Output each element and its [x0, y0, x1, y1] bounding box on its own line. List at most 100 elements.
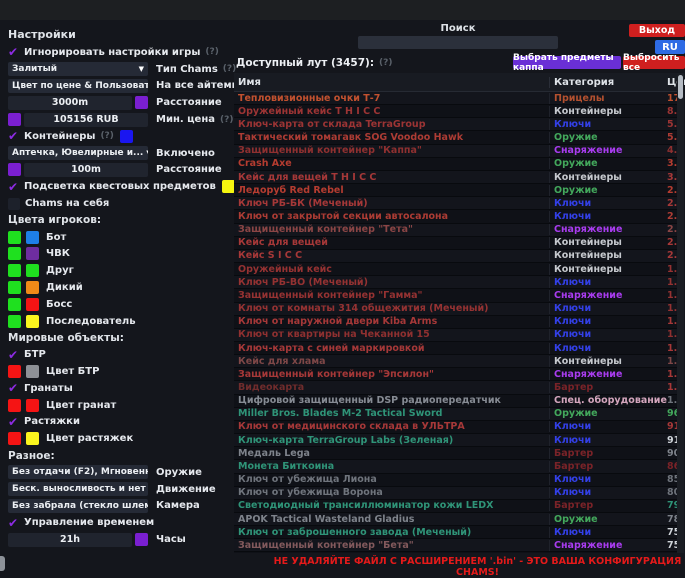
color-swatch-primary[interactable] — [8, 365, 21, 378]
table-row[interactable]: Ключ РБ-БК (Меченый)Ключи2.58kk — [234, 197, 677, 210]
table-row[interactable]: Защищенный контейнер "Бета"Снаряжение750… — [234, 539, 677, 552]
setting-label: Chams на себя — [25, 198, 109, 209]
table-row[interactable]: Оружейный кейсКонтейнеры1.95kk — [234, 263, 677, 276]
table-scrollbar[interactable] — [677, 73, 684, 553]
table-row[interactable]: Ключ-карта от склада TerraGroupКлючи5.63… — [234, 118, 677, 131]
table-row[interactable]: Защищенный контейнер "Каппа"Снаряжение4.… — [234, 145, 677, 158]
table-row[interactable]: Медаль LegaБартер900.0k — [234, 447, 677, 460]
color-swatch-primary[interactable] — [8, 231, 21, 244]
table-row[interactable]: Ключ от убежища ЛионаКлючи850.0k — [234, 474, 677, 487]
drop-all-button[interactable]: Выбросить все — [623, 56, 685, 69]
dropdown[interactable]: Залитый▼ — [8, 62, 148, 76]
item-name: Видеокарта — [234, 382, 549, 393]
table-row[interactable]: Монета БиткоинаБартер869.6k — [234, 460, 677, 473]
table-row[interactable]: Ключ от убежища ВоронаКлючи800.0k — [234, 487, 677, 500]
exit-button[interactable]: Выход — [629, 24, 685, 37]
item-price: 785.0k — [667, 514, 677, 525]
value-input[interactable]: 21h — [8, 533, 132, 547]
color-swatch-primary[interactable] — [8, 281, 21, 294]
color-swatch[interactable] — [8, 163, 21, 176]
table-row[interactable]: Защищенный контейнер "Эпсилон"Снаряжение… — [234, 368, 677, 381]
column-header-category[interactable]: Категория — [549, 77, 667, 88]
table-row[interactable]: Ключ РБ-ВО (Меченый)Ключи1.85kk — [234, 276, 677, 289]
item-name: Оружейный кейс — [234, 264, 549, 275]
color-swatch-primary[interactable] — [8, 247, 21, 260]
search-input[interactable] — [358, 36, 558, 49]
table-row[interactable]: Кейс для хламаКонтейнеры1.11kk — [234, 355, 677, 368]
table-row[interactable]: Ключ от наружной двери Kiba ArmsКлючи1.5… — [234, 316, 677, 329]
dropdown[interactable]: Без отдачи (F2), Мгновенное п▼ — [8, 465, 148, 479]
column-header-name[interactable]: Имя — [234, 77, 549, 88]
dropdown[interactable]: Аптечка, Ювелирные и...▼ — [8, 146, 148, 160]
table-row[interactable]: Ключ от заброшенного завода (Меченый)Клю… — [234, 526, 677, 539]
color-swatch[interactable] — [120, 130, 133, 143]
select-kappa-items-button[interactable]: Выбрать предметы каппа — [513, 56, 621, 69]
table-row[interactable]: Ключ-картаКлючи750.0k — [234, 552, 677, 553]
color-swatch-secondary[interactable] — [26, 315, 39, 328]
table-row[interactable]: Оружейный кейс T H I C CКонтейнеры8.48kk — [234, 105, 677, 118]
help-icon[interactable]: (?) — [220, 115, 233, 125]
table-row[interactable]: Цифровой защищенный DSP радиопередатчикС… — [234, 395, 677, 408]
color-swatch-secondary[interactable] — [26, 399, 39, 412]
table-row[interactable]: Тактический томагавк SOG Voodoo HawkОруж… — [234, 131, 677, 144]
table-row[interactable]: Crash AxeОружие3.40kk — [234, 158, 677, 171]
dropdown[interactable]: Цвет по цене & Пользователь▼ — [8, 79, 148, 93]
color-swatch-primary[interactable] — [8, 264, 21, 277]
table-row[interactable]: Кейс для вещейКонтейнеры2.08kk — [234, 237, 677, 250]
table-row[interactable]: Miller Bros. Blades M-2 Tactical SwordОр… — [234, 408, 677, 421]
checkbox-checked-icon[interactable]: ✔ — [8, 181, 24, 193]
color-swatch[interactable] — [135, 96, 148, 109]
table-row[interactable]: Кейс для вещей T H I C CКонтейнеры3.10kk — [234, 171, 677, 184]
left-edge-scroll-notch[interactable] — [0, 556, 5, 571]
table-row[interactable]: Ключ-карта TerraGroup Labs (Зеленая)Ключ… — [234, 434, 677, 447]
table-row[interactable]: Тепловизионные очки Т-7Прицелы17.33kk — [234, 92, 677, 105]
table-row[interactable]: APOK Tactical Wasteland GladiusОружие785… — [234, 513, 677, 526]
help-icon[interactable]: (?) — [100, 131, 113, 141]
color-swatch-primary[interactable] — [8, 399, 21, 412]
table-row[interactable]: Ключ от закрытой секции автосалонаКлючи2… — [234, 210, 677, 223]
table-row[interactable]: Ключ от медицинского склада в УЛЬТРАКлюч… — [234, 421, 677, 434]
color-swatch-primary[interactable] — [8, 298, 21, 311]
checkbox-checked-icon[interactable]: ✔ — [8, 46, 24, 58]
color-swatch[interactable] — [8, 113, 21, 126]
color-label: Цвет гранат — [46, 400, 116, 411]
table-row[interactable]: Светодиодный трансиллюминатор кожи LEDXБ… — [234, 500, 677, 513]
color-swatch-primary[interactable] — [8, 315, 21, 328]
table-row[interactable]: ВидеокартаБартер1.06kk — [234, 381, 677, 394]
table-row[interactable]: Ключ от комнаты 314 общежития (Меченый)К… — [234, 303, 677, 316]
color-swatch-secondary[interactable] — [26, 231, 39, 244]
checkbox-checked-icon[interactable]: ✔ — [8, 416, 24, 428]
scrollbar-thumb[interactable] — [678, 75, 683, 99]
value-input[interactable]: 105156 RUB — [24, 113, 148, 127]
color-label: ЧВК — [46, 248, 70, 259]
color-swatch-primary[interactable] — [8, 432, 21, 445]
color-swatch-secondary[interactable] — [26, 432, 39, 445]
color-swatch-secondary[interactable] — [26, 281, 39, 294]
table-row[interactable]: Кейс S I C CКонтейнеры2.05kk — [234, 250, 677, 263]
help-icon[interactable]: (?) — [205, 47, 218, 57]
value-input[interactable]: 3000m — [8, 96, 132, 110]
checkbox-checked-icon[interactable]: ✔ — [8, 382, 24, 394]
loot-table-header: Имя Категория Цена — [234, 73, 677, 92]
table-row[interactable]: Ключ от квартиры на Чеканной 15Ключи1.29… — [234, 329, 677, 342]
help-icon[interactable]: (?) — [379, 58, 392, 68]
table-row[interactable]: Ключ-карта с синей маркировкойКлючи1.17k… — [234, 342, 677, 355]
value-input[interactable]: 100m — [24, 163, 148, 177]
color-swatch-secondary[interactable] — [26, 365, 39, 378]
control-group: 21h — [8, 533, 148, 547]
item-price: 2.75kk — [667, 185, 677, 196]
dropdown[interactable]: Беск. выносливость и нет уста▼ — [8, 482, 148, 496]
table-row[interactable]: Ледоруб Red RebelОружие2.75kk — [234, 184, 677, 197]
table-row[interactable]: Защищенный контейнер "Тета"Снаряжение2.1… — [234, 224, 677, 237]
checkbox-unchecked[interactable] — [8, 198, 20, 210]
dropdown[interactable]: Без забрала (стекло шлема)▼ — [8, 499, 148, 513]
checkbox-checked-icon[interactable]: ✔ — [8, 517, 24, 529]
color-swatch-secondary[interactable] — [26, 247, 39, 260]
table-row[interactable]: Защищенный контейнер "Гамма"Снаряжение1.… — [234, 289, 677, 302]
color-swatch-secondary[interactable] — [26, 264, 39, 277]
color-swatch[interactable] — [135, 533, 148, 546]
color-swatch-secondary[interactable] — [26, 298, 39, 311]
checkbox-checked-icon[interactable]: ✔ — [8, 130, 24, 142]
color-swatch[interactable] — [222, 180, 235, 193]
checkbox-checked-icon[interactable]: ✔ — [8, 349, 24, 361]
